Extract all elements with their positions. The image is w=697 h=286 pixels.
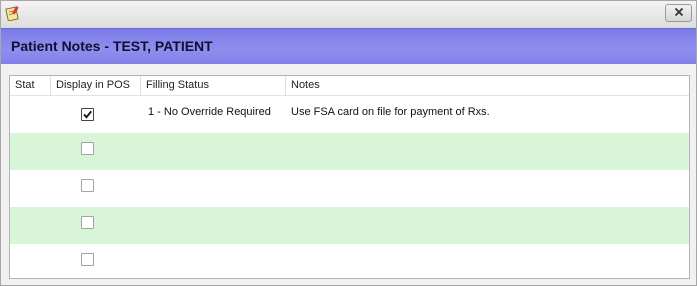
notepad-icon [5,5,21,22]
header-band: Patient Notes - TEST, PATIENT [1,28,696,64]
close-icon [674,7,684,20]
column-header-notes[interactable]: Notes [286,76,689,96]
column-header-filling-status[interactable]: Filling Status [141,76,286,96]
notes-grid: Stat Display in POS Filling Status Notes… [9,75,690,279]
notes-cell: Use FSA card on file for payment of Rxs. [291,106,490,118]
title-bar [1,1,696,28]
display-in-pos-checkbox[interactable] [81,108,94,121]
display-in-pos-checkbox[interactable] [81,253,94,266]
table-row[interactable] [10,170,689,207]
close-button[interactable] [665,4,692,22]
checkmark-icon [83,110,92,119]
display-in-pos-checkbox[interactable] [81,142,94,155]
table-row[interactable]: 1 - No Override Required Use FSA card on… [10,96,689,133]
table-row[interactable] [10,133,689,170]
table-row[interactable] [10,207,689,244]
grid-header: Stat Display in POS Filling Status Notes [10,76,689,96]
filling-status-cell: 1 - No Override Required [148,106,271,118]
display-in-pos-checkbox[interactable] [81,216,94,229]
column-header-stat[interactable]: Stat [10,76,51,96]
table-row[interactable] [10,244,689,278]
patient-notes-window: Patient Notes - TEST, PATIENT Stat Displ… [0,0,697,286]
display-in-pos-checkbox[interactable] [81,179,94,192]
column-header-display-in-pos[interactable]: Display in POS [51,76,141,96]
page-title: Patient Notes - TEST, PATIENT [11,38,213,54]
body-area: Stat Display in POS Filling Status Notes… [1,64,696,285]
